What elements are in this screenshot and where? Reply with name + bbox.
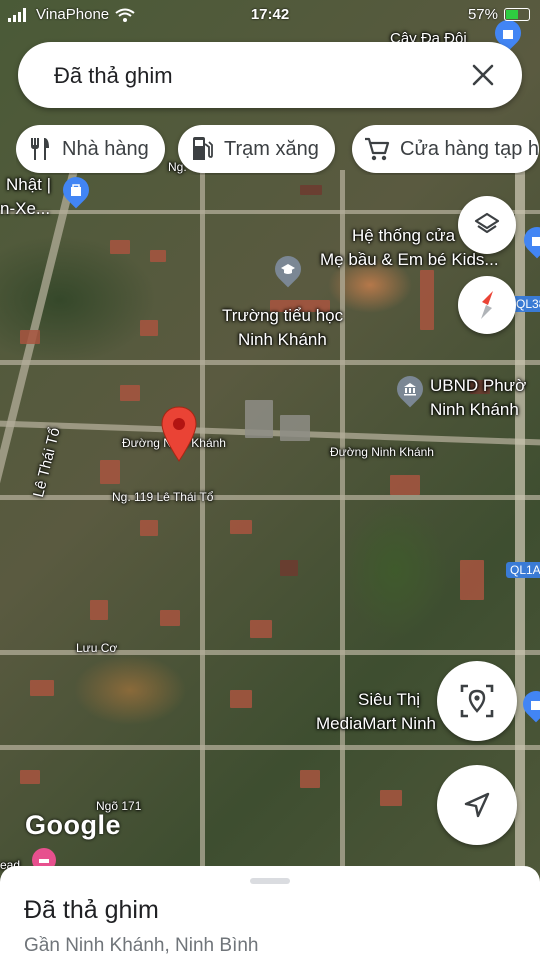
building: [280, 560, 298, 576]
building: [245, 400, 273, 438]
place-address: Gần Ninh Khánh, Ninh Bình: [24, 935, 259, 956]
map-label: Mẹ bầu & Em bé Kids...: [320, 250, 499, 269]
road: [0, 360, 540, 365]
building: [100, 460, 120, 484]
close-icon: [472, 64, 494, 86]
road: [0, 495, 540, 500]
building: [300, 185, 322, 195]
chip-restaurants[interactable]: Nhà hàng: [16, 125, 165, 173]
google-logo: Google: [25, 810, 121, 840]
map-label: Nhật |: [6, 175, 52, 194]
road: [515, 150, 525, 870]
map-label: Ninh Khánh: [430, 400, 519, 419]
building: [20, 770, 40, 784]
compass-button[interactable]: [458, 276, 516, 334]
road: [200, 170, 205, 870]
building: [20, 330, 40, 344]
status-time: 17:42: [250, 6, 290, 23]
battery-icon: [504, 8, 530, 21]
search-query[interactable]: Đã thả ghim: [54, 63, 173, 89]
restaurant-icon: [31, 138, 49, 160]
building: [280, 415, 310, 441]
road: [0, 210, 540, 214]
building: [140, 320, 158, 336]
battery-percent: 57%: [467, 6, 498, 23]
building: [230, 520, 252, 534]
building: [140, 520, 158, 536]
search-bar[interactable]: Đã thả ghim: [18, 42, 522, 108]
chip-gas-stations[interactable]: Trạm xăng: [178, 125, 335, 173]
building: [110, 240, 130, 254]
road: [0, 169, 78, 870]
building: [150, 250, 166, 262]
chip-label: Nhà hàng: [62, 137, 149, 160]
building: [90, 600, 108, 620]
building: [460, 560, 484, 600]
place-title: Đã thả ghim: [24, 896, 159, 924]
pin-location-button[interactable]: [437, 661, 517, 741]
building: [390, 475, 420, 495]
dropped-pin-icon[interactable]: [160, 405, 198, 463]
government-building-icon[interactable]: [391, 370, 429, 408]
gas-station-icon: [193, 137, 213, 160]
building: [160, 610, 180, 626]
building: [250, 620, 272, 638]
map-label: Đường Ninh Khánh: [330, 445, 434, 459]
sheet-drag-handle[interactable]: [250, 878, 290, 884]
chip-label: Cửa hàng tạp h: [400, 137, 540, 160]
location-focus-icon: [460, 684, 494, 718]
navigation-arrow-icon: [464, 792, 490, 818]
map-label: n-Xe...: [0, 199, 51, 218]
map-label: MediaMart Ninh: [316, 714, 436, 733]
map-label: Hệ thống cửa: [352, 226, 456, 245]
map-label: Ng. 119 Lê Thái Tổ: [112, 490, 214, 504]
place-bottom-sheet[interactable]: Đã thả ghim Gần Ninh Khánh, Ninh Bình: [0, 866, 540, 960]
my-location-button[interactable]: [437, 765, 517, 845]
map-label: Ninh Khánh: [238, 330, 327, 349]
chip-label: Trạm xăng: [224, 137, 319, 160]
map-label: Siêu Thị: [358, 690, 421, 709]
layers-button[interactable]: [458, 196, 516, 254]
highway-shield-ql38: QL38: [512, 296, 540, 312]
layers-icon: [474, 212, 500, 234]
school-icon[interactable]: [269, 250, 307, 288]
building: [230, 690, 252, 708]
map-label: Lưu Cơ: [76, 641, 118, 655]
close-button[interactable]: [466, 58, 500, 92]
road: [0, 745, 540, 750]
building: [120, 385, 140, 401]
building: [420, 270, 434, 330]
map-label: Trường tiểu học: [222, 306, 344, 325]
map-label: Lê Thái Tổ: [30, 425, 64, 500]
building: [30, 680, 54, 696]
map-label: UBND Phườ: [430, 376, 527, 395]
status-bar: VinaPhone 17:42 57%: [0, 0, 540, 30]
building: [380, 790, 402, 806]
shopping-cart-icon: [365, 137, 390, 161]
road: [340, 170, 345, 870]
compass-icon: [481, 291, 493, 319]
highway-shield-ql1a: QL1A: [506, 562, 540, 578]
building: [300, 770, 320, 788]
category-chips: Nhà hàng Trạm xăng Cửa hàng tạp h: [16, 125, 540, 175]
chip-groceries[interactable]: Cửa hàng tạp h: [352, 125, 540, 173]
